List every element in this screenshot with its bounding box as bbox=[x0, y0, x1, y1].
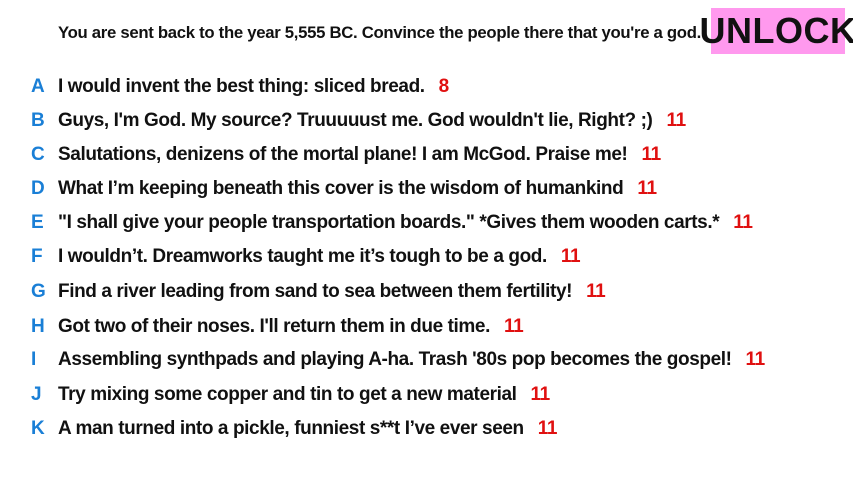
answer-score: 11 bbox=[745, 349, 766, 370]
answer-text: Try mixing some copper and tin to get a … bbox=[58, 384, 550, 406]
answer-letter: F bbox=[31, 246, 43, 267]
answer-letter: C bbox=[31, 144, 45, 165]
answer-score: 11 bbox=[503, 316, 524, 337]
answer-text-content: Salutations, denizens of the mortal plan… bbox=[58, 144, 628, 165]
answer-letter: G bbox=[31, 281, 46, 302]
answer-text-content: I would invent the best thing: sliced br… bbox=[58, 76, 425, 97]
answer-text-content: Got two of their noses. I'll return them… bbox=[58, 316, 490, 337]
answer-letter: A bbox=[31, 76, 45, 97]
answer-text: I would invent the best thing: sliced br… bbox=[58, 76, 449, 98]
answer-text: Guys, I'm God. My source? Truuuuust me. … bbox=[58, 110, 686, 132]
answer-score: 11 bbox=[733, 212, 753, 233]
answer-text: "I shall give your people transportation… bbox=[58, 212, 753, 234]
answer-text-content: Guys, I'm God. My source? Truuuuust me. … bbox=[58, 110, 653, 131]
answer-text-content: I wouldn’t. Dreamworks taught me it’s to… bbox=[58, 246, 547, 267]
answer-score: 11 bbox=[586, 281, 606, 302]
answer-text: Find a river leading from sand to sea be… bbox=[58, 281, 606, 303]
answer-text-content: A man turned into a pickle, funniest s**… bbox=[58, 418, 524, 439]
answer-score: 11 bbox=[560, 246, 581, 267]
answer-score: 11 bbox=[637, 178, 657, 199]
answer-text-content: Assembling synthpads and playing A-ha. T… bbox=[58, 349, 732, 370]
answer-letter: B bbox=[31, 110, 45, 131]
answer-list: A I would invent the best thing: sliced … bbox=[0, 0, 853, 480]
answer-text: Assembling synthpads and playing A-ha. T… bbox=[58, 349, 765, 371]
answer-letter: I bbox=[31, 349, 37, 370]
answer-letter: H bbox=[31, 316, 45, 337]
answer-text-content: "I shall give your people transportation… bbox=[58, 212, 720, 233]
answer-score: 11 bbox=[537, 418, 558, 439]
answer-text-content: Find a river leading from sand to sea be… bbox=[58, 281, 573, 302]
answer-text: I wouldn’t. Dreamworks taught me it’s to… bbox=[58, 246, 581, 268]
answer-text-content: Try mixing some copper and tin to get a … bbox=[58, 384, 517, 405]
answer-text: What I’m keeping beneath this cover is t… bbox=[58, 178, 657, 200]
answer-letter: K bbox=[31, 418, 45, 439]
answer-score: 11 bbox=[641, 144, 661, 165]
answer-text: Salutations, denizens of the mortal plan… bbox=[58, 144, 661, 166]
answer-score: 11 bbox=[530, 384, 551, 405]
answer-text-content: What I’m keeping beneath this cover is t… bbox=[58, 178, 624, 199]
answer-letter: D bbox=[31, 178, 45, 199]
answer-text: Got two of their noses. I'll return them… bbox=[58, 316, 524, 338]
answer-letter: J bbox=[31, 384, 42, 405]
answer-letter: E bbox=[31, 212, 44, 233]
answer-score: 11 bbox=[666, 110, 686, 131]
answer-text: A man turned into a pickle, funniest s**… bbox=[58, 418, 557, 440]
answer-score: 8 bbox=[438, 76, 450, 97]
